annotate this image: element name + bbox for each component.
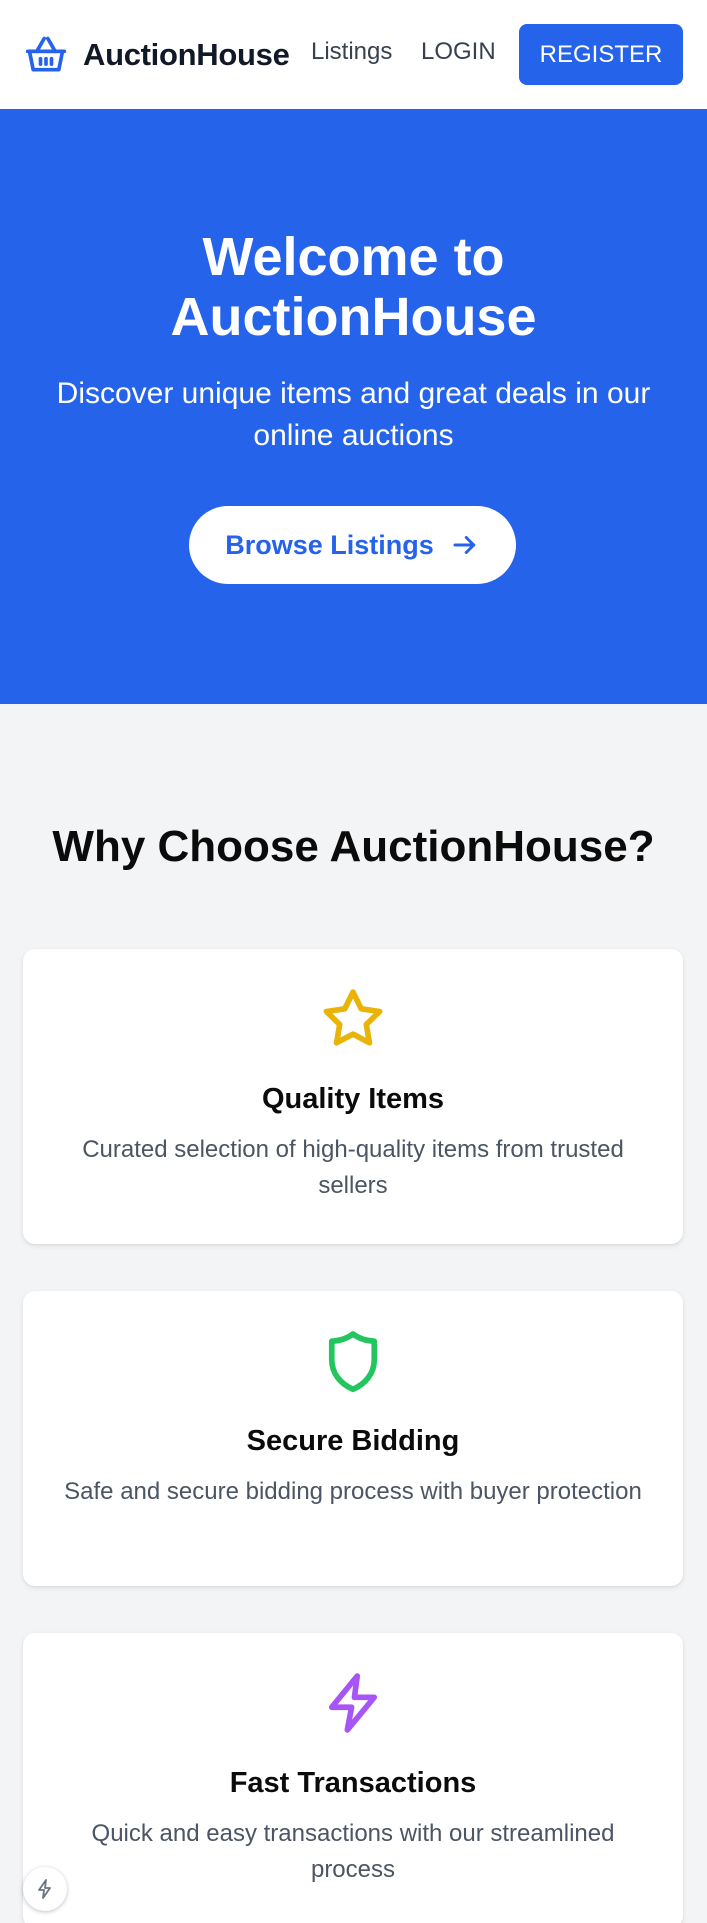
- feature-card-secure-bidding: Secure Bidding Safe and secure bidding p…: [23, 1291, 683, 1586]
- hero-section: Welcome to AuctionHouse Discover unique …: [0, 109, 707, 704]
- feature-title: Fast Transactions: [229, 1767, 477, 1799]
- site-header: AuctionHouse Listings LOGIN REGISTER: [0, 0, 707, 109]
- browse-listings-button[interactable]: Browse Listings: [189, 506, 516, 584]
- feature-card-quality-items: Quality Items Curated selection of high-…: [23, 949, 683, 1244]
- star-icon: [319, 985, 387, 1053]
- lightning-icon: [319, 1669, 387, 1737]
- feature-card-fast-transactions: Fast Transactions Quick and easy transac…: [23, 1633, 683, 1923]
- brand-name: AuctionHouse: [83, 36, 290, 72]
- nav-login-link[interactable]: LOGIN: [421, 38, 496, 66]
- hero-title-line2: AuctionHouse: [170, 287, 537, 347]
- hero-subtitle: Discover unique items and great deals in…: [56, 377, 651, 452]
- nav-listings-link[interactable]: Listings: [311, 38, 392, 66]
- logo[interactable]: AuctionHouse: [24, 33, 290, 77]
- floating-action-button[interactable]: [23, 1867, 67, 1911]
- feature-description: Curated selection of high-quality items …: [82, 1136, 624, 1199]
- hero-title-line1: Welcome to: [202, 227, 505, 287]
- feature-title: Quality Items: [261, 1083, 445, 1115]
- feature-description: Quick and easy transactions with our str…: [91, 1820, 615, 1883]
- shield-icon: [319, 1327, 387, 1395]
- basket-icon: [24, 33, 68, 77]
- feature-description: Safe and secure bidding process with buy…: [64, 1478, 642, 1505]
- register-button[interactable]: REGISTER: [519, 24, 683, 85]
- hero-title: Welcome to AuctionHouse: [0, 227, 707, 347]
- bolt-icon: [38, 1879, 51, 1899]
- arrow-right-icon: [453, 536, 476, 554]
- features-heading: Why Choose AuctionHouse?: [52, 822, 655, 871]
- browse-listings-label: Browse Listings: [225, 529, 434, 560]
- feature-title: Secure Bidding: [246, 1425, 460, 1457]
